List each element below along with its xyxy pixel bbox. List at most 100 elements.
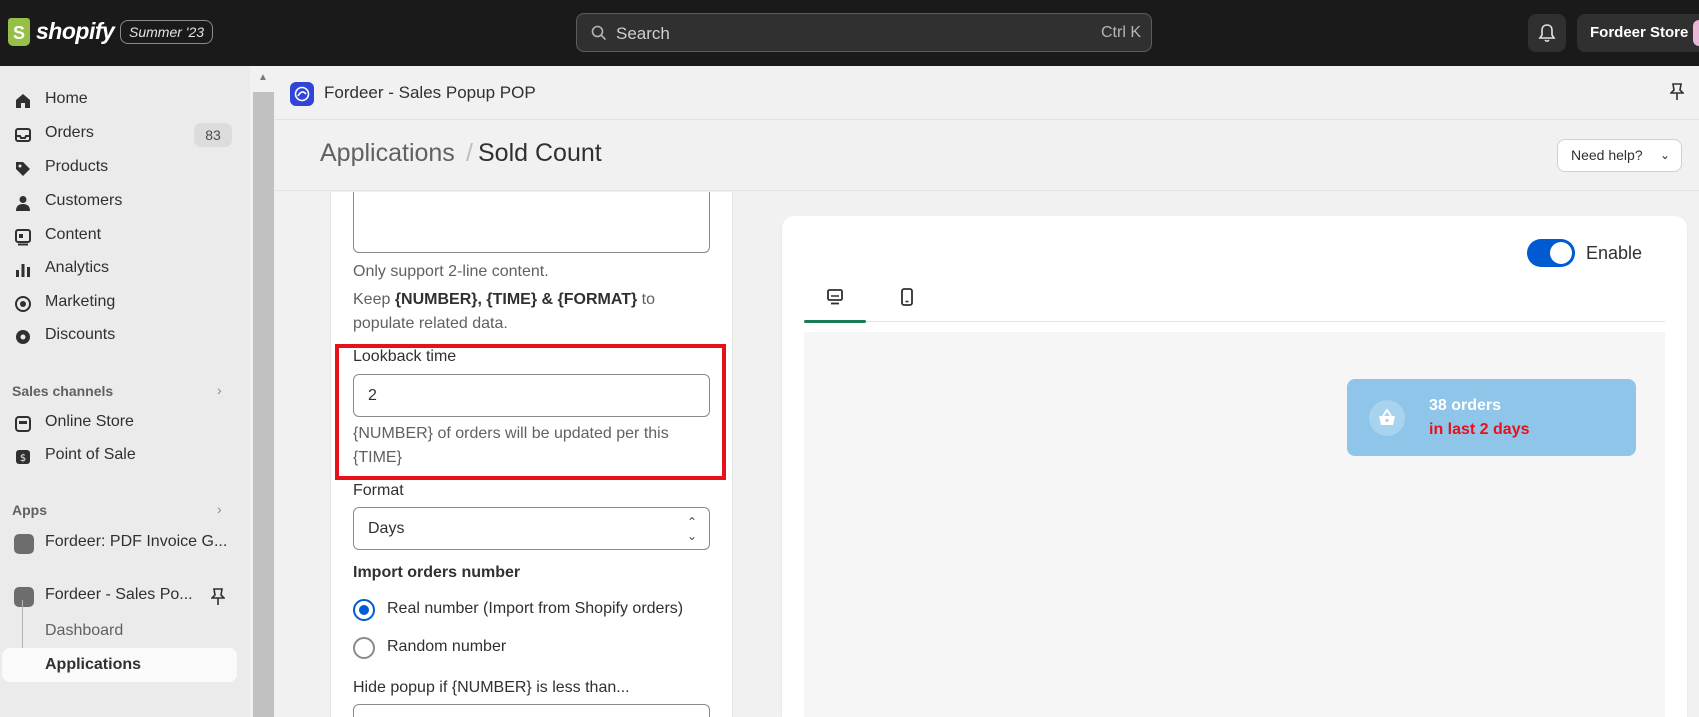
search-shortcut: Ctrl K <box>1101 24 1141 41</box>
sidebar-item-label: Discounts <box>45 326 116 343</box>
search-bar[interactable]: Search Ctrl K <box>576 13 1152 52</box>
sidebar-item-label: Analytics <box>45 259 110 276</box>
shopify-wordmark[interactable]: shopify <box>36 18 115 45</box>
radio-random-number[interactable]: Random number <box>353 634 713 662</box>
pos-icon: $ <box>16 450 30 464</box>
lookback-highlight-box <box>335 344 726 480</box>
search-placeholder: Search <box>616 24 670 43</box>
radio-real-number[interactable]: Real number (Import from Shopify orders) <box>353 596 713 624</box>
page-title: Sold Count <box>478 139 602 167</box>
sidebar-item-label: Orders <box>45 124 94 141</box>
apps-heading[interactable]: Apps <box>12 502 47 518</box>
device-tabs <box>804 274 1665 323</box>
content-help-text: Only support 2-line content. <box>353 263 549 280</box>
tab-mobile[interactable] <box>876 274 938 322</box>
inbox-icon <box>15 128 31 142</box>
app-icon <box>14 587 34 607</box>
sidebar-item-online-store[interactable]: Online Store <box>0 407 237 439</box>
content-icon <box>15 229 31 246</box>
shopify-logo-icon[interactable]: S <box>8 18 30 46</box>
sidebar-item-pdf-invoice-app[interactable]: Fordeer: PDF Invoice G... <box>0 527 237 559</box>
sidebar-subitem-applications[interactable]: Applications <box>2 648 237 682</box>
sidebar-item-label: Marketing <box>45 293 116 310</box>
hide-popup-label: Hide popup if {NUMBER} is less than... <box>353 679 630 696</box>
tag-icon <box>16 162 30 176</box>
app-icon <box>14 534 34 554</box>
store-menu-button[interactable]: Fordeer Store <box>1577 14 1699 52</box>
content-textarea[interactable] <box>353 192 710 253</box>
desktop-icon <box>827 289 843 305</box>
sidebar-item-products[interactable]: Products <box>0 152 237 184</box>
sidebar-item-label: Products <box>45 158 109 175</box>
sidebar-item-marketing[interactable]: Marketing <box>0 287 237 319</box>
sidebar: Home Orders 83 Products Customers Conten… <box>0 66 250 717</box>
radio-label: Random number <box>387 638 507 655</box>
breadcrumb[interactable]: Applications <box>320 139 455 168</box>
svg-text:$: $ <box>20 453 26 464</box>
sidebar-item-discounts[interactable]: Discounts <box>0 320 237 352</box>
gear-discount-icon <box>16 330 30 344</box>
radio-button[interactable] <box>353 599 375 621</box>
app-title: Fordeer - Sales Popup POP <box>324 83 536 102</box>
sidebar-item-label: Fordeer: PDF Invoice G... <box>45 533 228 550</box>
need-help-label: Need help? <box>1571 147 1643 163</box>
sidebar-item-analytics[interactable]: Analytics <box>0 253 237 285</box>
radio-label: Real number (Import from Shopify orders) <box>387 600 684 617</box>
target-icon <box>15 296 31 312</box>
edition-badge: Summer '23 <box>120 20 214 44</box>
format-selected-value: Days <box>368 520 405 537</box>
enable-label: Enable <box>1586 243 1643 263</box>
sidebar-item-content[interactable]: Content <box>0 220 237 252</box>
notifications-button[interactable] <box>1528 14 1566 52</box>
enable-toggle[interactable] <box>1527 239 1575 267</box>
content-keep-help: Keep {NUMBER}, {TIME} & {FORMAT} to popu… <box>353 288 683 336</box>
pin-icon[interactable] <box>211 588 225 606</box>
sidebar-item-label: Online Store <box>45 413 134 430</box>
fordeer-logo-icon <box>290 82 314 106</box>
store-icon <box>15 416 31 432</box>
sidebar-item-customers[interactable]: Customers <box>0 186 237 218</box>
format-label: Format <box>353 482 404 499</box>
pin-icon[interactable] <box>1670 83 1684 101</box>
page-header: Applications / Sold Count Need help? ⌄ <box>275 121 1699 191</box>
sidebar-item-point-of-sale[interactable]: $ Point of Sale <box>0 440 237 472</box>
format-select[interactable]: Days ⌃ ⌄ <box>353 507 710 550</box>
mobile-icon <box>901 288 913 306</box>
app-header: Fordeer - Sales Popup POP <box>275 66 1699 120</box>
scrollbar-thumb[interactable] <box>253 92 274 717</box>
sidebar-scrollbar[interactable]: ▲ <box>250 66 275 717</box>
store-name: Fordeer Store <box>1590 24 1689 41</box>
sidebar-item-sales-popup-app[interactable]: Fordeer - Sales Po... <box>0 580 237 612</box>
bell-icon <box>1538 24 1556 43</box>
sidebar-item-label: Point of Sale <box>45 446 136 463</box>
sidebar-subitem-dashboard[interactable]: Dashboard <box>0 614 237 648</box>
person-icon <box>16 196 30 211</box>
top-bar: S shopify Summer '23 Search Ctrl K Forde… <box>0 0 1699 66</box>
home-icon <box>16 94 30 108</box>
chevron-right-icon[interactable]: › <box>217 501 222 517</box>
sidebar-item-home[interactable]: Home <box>0 84 237 116</box>
hide-popup-input[interactable] <box>353 704 710 717</box>
radio-button[interactable] <box>353 637 375 659</box>
tab-desktop[interactable] <box>804 274 866 323</box>
sidebar-item-label: Applications <box>45 656 142 673</box>
sidebar-item-label: Customers <box>45 192 123 209</box>
sidebar-item-label: Fordeer - Sales Po... <box>45 586 193 603</box>
sold-count-popup-preview: 38 orders in last 2 days <box>1347 379 1636 456</box>
help-prefix: Keep <box>353 291 395 308</box>
sidebar-item-orders[interactable]: Orders 83 <box>0 118 237 150</box>
select-arrows-icon: ⌃ ⌄ <box>686 515 697 543</box>
sidebar-item-label: Content <box>45 226 102 243</box>
search-icon <box>591 25 607 41</box>
preview-area: 38 orders in last 2 days <box>804 332 1665 717</box>
preview-card: Enable 38 orders in last 2 days <box>782 216 1687 717</box>
orders-count-badge: 83 <box>194 123 232 147</box>
scroll-up-icon[interactable]: ▲ <box>258 72 268 83</box>
basket-icon <box>1369 400 1405 436</box>
popup-order-count: 38 orders <box>1429 397 1502 414</box>
need-help-button[interactable]: Need help? ⌄ <box>1557 139 1682 172</box>
chevron-down-icon: ⌄ <box>1659 148 1670 162</box>
avatar <box>1693 20 1699 46</box>
sales-channels-heading[interactable]: Sales channels <box>12 383 113 399</box>
chevron-right-icon[interactable]: › <box>217 382 222 398</box>
